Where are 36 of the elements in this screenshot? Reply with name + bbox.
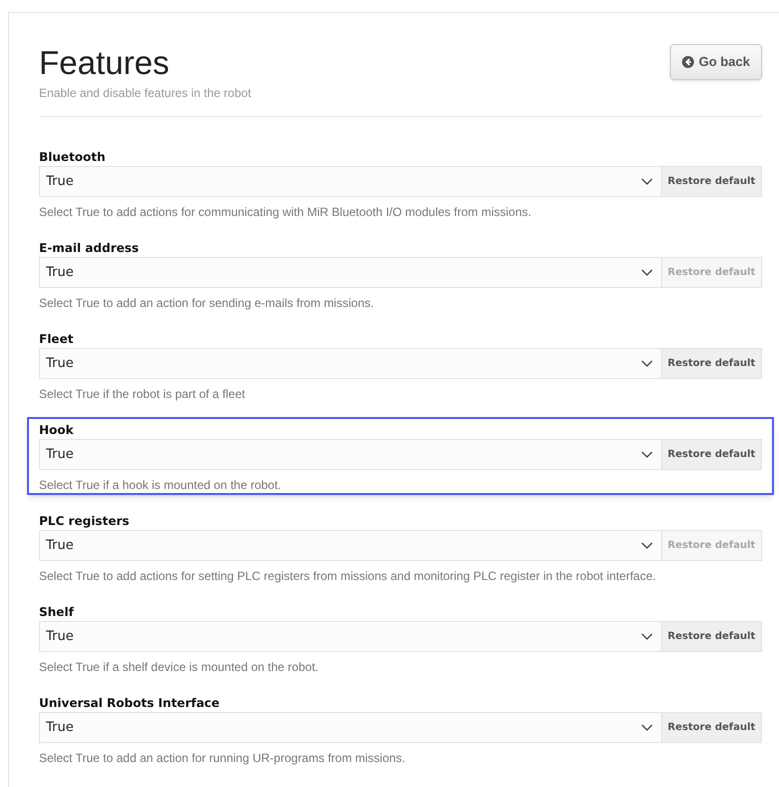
help-text: Select True if a hook is mounted on the robot. xyxy=(39,477,282,494)
chevron-down-icon xyxy=(641,542,653,549)
chevron-down-icon xyxy=(641,633,653,640)
help-text: Select True to add actions for communicating with MiR Bluetooth I/O modules from missions. xyxy=(39,204,532,221)
chevron-down-icon xyxy=(641,724,653,731)
restore-default-button[interactable]: Restore default xyxy=(662,348,762,379)
restore-default-button[interactable]: Restore default xyxy=(662,166,762,197)
help-text: Select True to add actions for setting PLC registers from missions and monitoring PLC register in the robot interface. xyxy=(39,568,657,585)
help-text: Select True if the robot is part of a fleet xyxy=(39,386,246,403)
chevron-down-icon xyxy=(641,178,653,185)
field-label: Universal Robots Interface xyxy=(39,695,221,711)
field-label: E-mail address xyxy=(39,240,140,256)
select-field[interactable]: True xyxy=(39,166,662,197)
chevron-down-icon xyxy=(641,360,653,367)
select-field[interactable]: True xyxy=(39,257,662,288)
field-label: Bluetooth xyxy=(39,149,106,165)
help-text: Select True if a shelf device is mounted on the robot. xyxy=(39,659,320,676)
select-field[interactable]: True xyxy=(39,621,662,652)
restore-default-button[interactable]: Restore default xyxy=(662,439,762,470)
select-field[interactable]: True xyxy=(39,712,662,743)
help-text: Select True to add an action for sending e-mails from missions. xyxy=(39,295,375,312)
page-title: Features xyxy=(39,43,170,83)
select-field[interactable]: True xyxy=(39,348,662,379)
select-field[interactable]: True xyxy=(39,530,662,561)
go-back-button[interactable]: Go back xyxy=(670,44,762,80)
field-label: Fleet xyxy=(39,331,74,347)
restore-default-button[interactable]: Restore default xyxy=(662,712,762,743)
chevron-down-icon xyxy=(641,451,653,458)
help-text: Select True to add an action for running UR-programs from missions. xyxy=(39,750,406,767)
field-label: Hook xyxy=(39,422,75,438)
restore-default-button[interactable]: Restore default xyxy=(662,621,762,652)
page-subtitle: Enable and disable features in the robot xyxy=(39,85,252,102)
chevron-down-icon xyxy=(641,269,653,276)
select-field[interactable]: True xyxy=(39,439,662,470)
field-label: PLC registers xyxy=(39,513,130,529)
field-label: Shelf xyxy=(39,604,75,620)
